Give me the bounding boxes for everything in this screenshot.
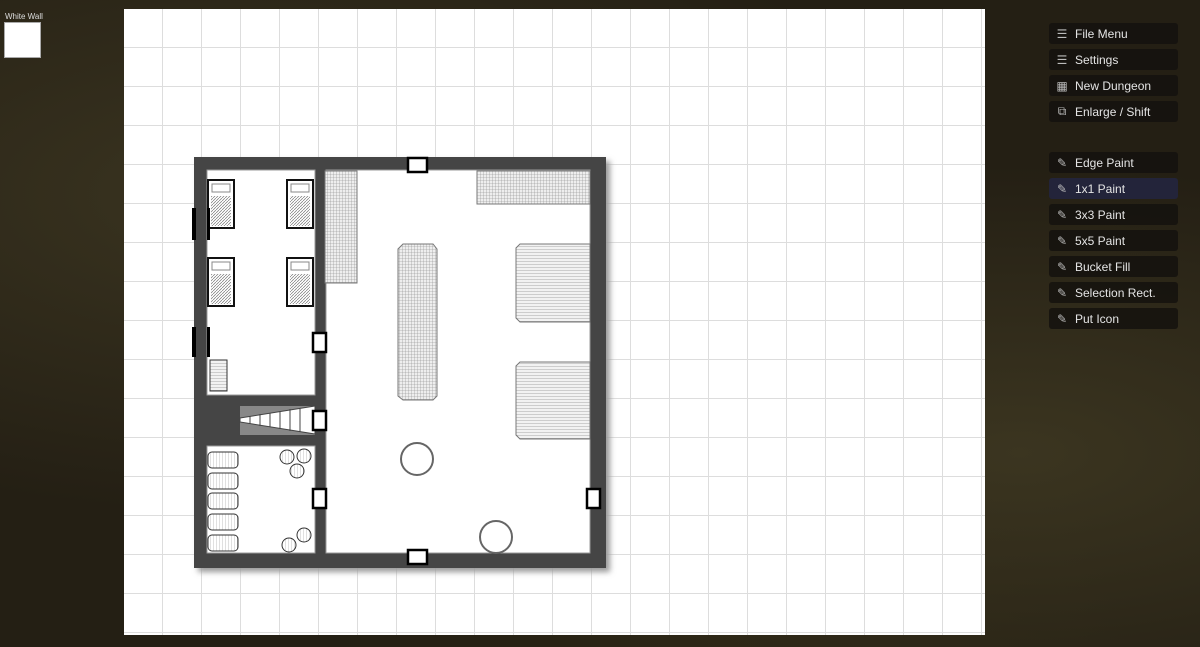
tool-put-icon[interactable]: ✎ Put Icon (1049, 308, 1178, 329)
round-table (400, 442, 434, 476)
button-label: Selection Rect. (1075, 285, 1156, 300)
tool-menu: ✎ Edge Paint ✎ 1x1 Paint ✎ 3x3 Paint ✎ 5x5 P… (1049, 152, 1178, 334)
pencil-icon: ✎ (1056, 285, 1068, 300)
bed (207, 179, 235, 229)
long-table (397, 243, 438, 401)
button-label: 1x1 Paint (1075, 181, 1126, 196)
enlarge-shift-button[interactable]: ⧉ Enlarge / Shift (1049, 101, 1178, 122)
current-wall-label: White Wall (5, 12, 43, 21)
tool-1x1-paint[interactable]: ✎ 1x1 Paint (1049, 178, 1178, 199)
bed (286, 179, 314, 229)
button-label: Put Icon (1075, 311, 1120, 326)
button-label: Enlarge / Shift (1075, 104, 1151, 119)
barrels-stacked (207, 451, 239, 552)
chest (209, 359, 228, 392)
tool-bucket-fill[interactable]: ✎ Bucket Fill (1049, 256, 1178, 277)
grid-icon: ▦ (1056, 78, 1068, 93)
shift-icon: ⧉ (1057, 104, 1067, 118)
button-label: 3x3 Paint (1075, 207, 1126, 222)
bed (286, 257, 314, 307)
pencil-icon: ✎ (1056, 181, 1068, 196)
counter-left (324, 170, 358, 284)
button-label: File Menu (1075, 26, 1128, 41)
bed (207, 257, 235, 307)
bench-lower (515, 361, 591, 440)
tool-3x3-paint[interactable]: ✎ 3x3 Paint (1049, 204, 1178, 225)
bench-upper (515, 243, 591, 323)
button-label: Edge Paint (1075, 155, 1134, 170)
settings-button[interactable]: ☰ Settings (1049, 49, 1178, 70)
pencil-icon: ✎ (1056, 155, 1068, 170)
map-canvas[interactable] (124, 9, 985, 635)
button-label: 5x5 Paint (1075, 233, 1126, 248)
hamburger-icon: ☰ (1056, 26, 1068, 41)
dungeon-map[interactable] (124, 9, 985, 635)
button-label: Settings (1075, 52, 1119, 67)
pencil-icon: ✎ (1056, 207, 1068, 222)
file-menu-button[interactable]: ☰ File Menu (1049, 23, 1178, 44)
tool-edge-paint[interactable]: ✎ Edge Paint (1049, 152, 1178, 173)
current-wall-swatch[interactable] (4, 22, 41, 58)
button-label: New Dungeon (1075, 78, 1152, 93)
tool-5x5-paint[interactable]: ✎ 5x5 Paint (1049, 230, 1178, 251)
hamburger-icon: ☰ (1056, 52, 1068, 67)
new-dungeon-button[interactable]: ▦ New Dungeon (1049, 75, 1178, 96)
pencil-icon: ✎ (1056, 259, 1068, 274)
round-table (479, 520, 513, 554)
tool-selection-rect[interactable]: ✎ Selection Rect. (1049, 282, 1178, 303)
main-menu: ☰ File Menu ☰ Settings ▦ New Dungeon ⧉ Enlar… (1049, 23, 1178, 127)
pencil-icon: ✎ (1056, 233, 1068, 248)
pencil-icon: ✎ (1056, 311, 1068, 326)
counter-top-right (476, 170, 591, 205)
button-label: Bucket Fill (1075, 259, 1131, 274)
